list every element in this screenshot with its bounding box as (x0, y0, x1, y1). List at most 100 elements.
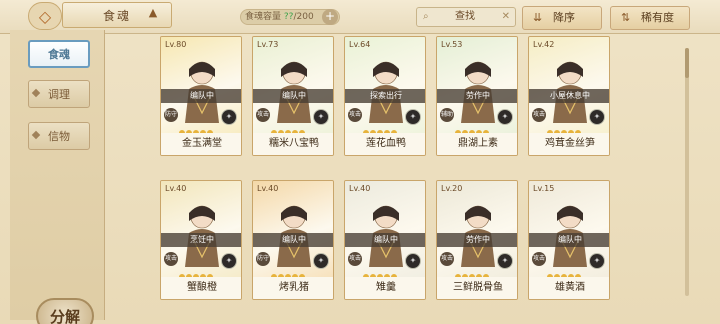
bullet-icon (31, 130, 41, 140)
card-stars (547, 121, 582, 136)
card-name: 鸡茸金丝笋 (529, 133, 609, 155)
crown-icon: ▲ (148, 6, 158, 19)
element-orb-icon: ✦ (497, 253, 513, 269)
card-level: Lv.64 (349, 40, 371, 49)
card-status: 编队中 (253, 89, 333, 103)
search-box[interactable]: ⌕ 查找 ✕ (416, 7, 516, 27)
food-soul-card[interactable]: Lv.53 劳作中辅助 ✦ 鼎湖上素 (436, 36, 518, 156)
capacity-label: 食魂容量 (245, 12, 282, 22)
card-name: 雄黄酒 (529, 277, 609, 299)
element-orb-icon: ✦ (589, 109, 605, 125)
card-stars (179, 121, 214, 136)
card-role-badge: 攻击 (348, 108, 362, 122)
swap-icon: ⇅ (621, 11, 631, 24)
card-name: 三鲜脱骨鱼 (437, 277, 517, 299)
element-orb-icon: ✦ (589, 253, 605, 269)
element-orb-icon: ✦ (313, 253, 329, 269)
card-stars (271, 121, 306, 136)
card-level: Lv.40 (257, 184, 279, 193)
back-arrow-icon: ◇ (38, 6, 52, 26)
card-status: 探索出行 (345, 89, 425, 103)
element-orb-icon: ✦ (221, 109, 237, 125)
card-level: Lv.73 (257, 40, 279, 49)
card-stars (363, 265, 398, 280)
card-level: Lv.42 (533, 40, 555, 49)
element-orb-icon: ✦ (497, 109, 513, 125)
card-status: 烹饪中 (161, 233, 241, 247)
tab-token[interactable]: 信物 (28, 122, 90, 150)
card-level: Lv.80 (165, 40, 187, 49)
card-status: 劳作中 (437, 89, 517, 103)
card-name: 鼎湖上素 (437, 133, 517, 155)
card-stars (547, 265, 582, 280)
sidebar: 食魂 调理 信物 分解 (10, 30, 105, 324)
food-soul-card[interactable]: Lv.73 编队中攻击 ✦ 糯米八宝鸭 (252, 36, 334, 156)
rarity-label: 稀有度 (641, 11, 674, 24)
food-soul-grid: Lv.80 编队中 防守 ✦ 金玉满堂 Lv.73 编队中 攻击 ✦ 糯米八宝鸭 Lv.64 探索出行… (160, 36, 690, 324)
top-bar: ◇ 食魂 ▲ 食魂容量 ??/200 + ⌕ 查找 ✕ ⇊ 降序 ⇅ 稀有度 (0, 0, 720, 34)
scroll-thumb[interactable] (685, 48, 689, 78)
card-role-badge: 攻击 (532, 252, 546, 266)
tab-food-soul[interactable]: 食魂 (28, 40, 90, 68)
card-role-badge: 辅助 (440, 108, 454, 122)
card-name: 雉羹 (345, 277, 425, 299)
food-soul-card[interactable]: Lv.40 烹饪中攻击 ✦ 蟹酿橙 (160, 180, 242, 300)
capacity-total: /200 (293, 12, 314, 22)
scrollbar[interactable] (685, 48, 689, 296)
card-role-badge: 攻击 (256, 108, 270, 122)
card-name: 烤乳猪 (253, 277, 333, 299)
card-status: 编队中 (161, 89, 241, 103)
card-name: 金玉满堂 (161, 133, 241, 155)
food-soul-card[interactable]: Lv.80 编队中防守 ✦ 金玉满堂 (160, 36, 242, 156)
food-soul-card[interactable]: Lv.40 编队中攻击 ✦ 雉羹 (344, 180, 426, 300)
game-screen: ◇ 食魂 ▲ 食魂容量 ??/200 + ⌕ 查找 ✕ ⇊ 降序 ⇅ 稀有度 食… (0, 0, 720, 324)
card-stars (455, 265, 490, 280)
tab-label: 调理 (48, 88, 70, 101)
card-role-badge: 攻击 (348, 252, 362, 266)
card-stars (179, 265, 214, 280)
search-label: 查找 (455, 11, 475, 22)
element-orb-icon: ✦ (405, 109, 421, 125)
card-level: Lv.53 (441, 40, 463, 49)
tab-label: 信物 (48, 130, 70, 143)
sort-icon: ⇊ (533, 11, 543, 24)
decompose-button[interactable]: 分解 (36, 298, 94, 324)
card-role-badge: 攻击 (164, 252, 178, 266)
card-stars (271, 265, 306, 280)
tab-conditioning[interactable]: 调理 (28, 80, 90, 108)
bullet-icon (31, 88, 41, 98)
food-soul-card[interactable]: Lv.15 编队中攻击 ✦ 雄黄酒 (528, 180, 610, 300)
card-status: 编队中 (253, 233, 333, 247)
food-soul-card[interactable]: Lv.20 劳作中 攻击 ✦ 三鲜脱骨鱼 (436, 180, 518, 300)
decompose-label: 分解 (49, 307, 80, 324)
search-icon: ⌕ (423, 11, 429, 22)
card-status: 劳作中 (437, 233, 517, 247)
card-name: 莲花血鸭 (345, 133, 425, 155)
food-soul-card[interactable]: Lv.40 编队中防守 ✦ 烤乳猪 (252, 180, 334, 300)
add-capacity-button[interactable]: + (322, 9, 338, 25)
card-name: 蟹酿橙 (161, 277, 241, 299)
back-button[interactable]: ◇ (28, 2, 62, 30)
card-stars (455, 121, 490, 136)
card-name: 糯米八宝鸭 (253, 133, 333, 155)
element-orb-icon: ✦ (405, 253, 421, 269)
element-orb-icon: ✦ (221, 253, 237, 269)
card-status: 编队中 (529, 233, 609, 247)
card-role-badge: 攻击 (532, 108, 546, 122)
sort-order-button[interactable]: ⇊ 降序 (522, 6, 602, 30)
card-level: Lv.40 (349, 184, 371, 193)
sort-label: 降序 (553, 11, 575, 24)
rarity-button[interactable]: ⇅ 稀有度 (610, 6, 690, 30)
tab-label: 食魂 (48, 48, 70, 61)
card-level: Lv.15 (533, 184, 555, 193)
card-stars (363, 121, 398, 136)
card-role-badge: 防守 (256, 252, 270, 266)
food-soul-card[interactable]: Lv.42 小屋休息中攻击 ✦ 鸡茸金丝笋 (528, 36, 610, 156)
card-status: 编队中 (345, 233, 425, 247)
card-level: Lv.40 (165, 184, 187, 193)
card-role-badge: 防守 (164, 108, 178, 122)
element-orb-icon: ✦ (313, 109, 329, 125)
close-icon[interactable]: ✕ (502, 8, 510, 26)
card-status: 小屋休息中 (529, 89, 609, 103)
food-soul-card[interactable]: Lv.64 探索出行攻击 ✦ 莲花血鸭 (344, 36, 426, 156)
